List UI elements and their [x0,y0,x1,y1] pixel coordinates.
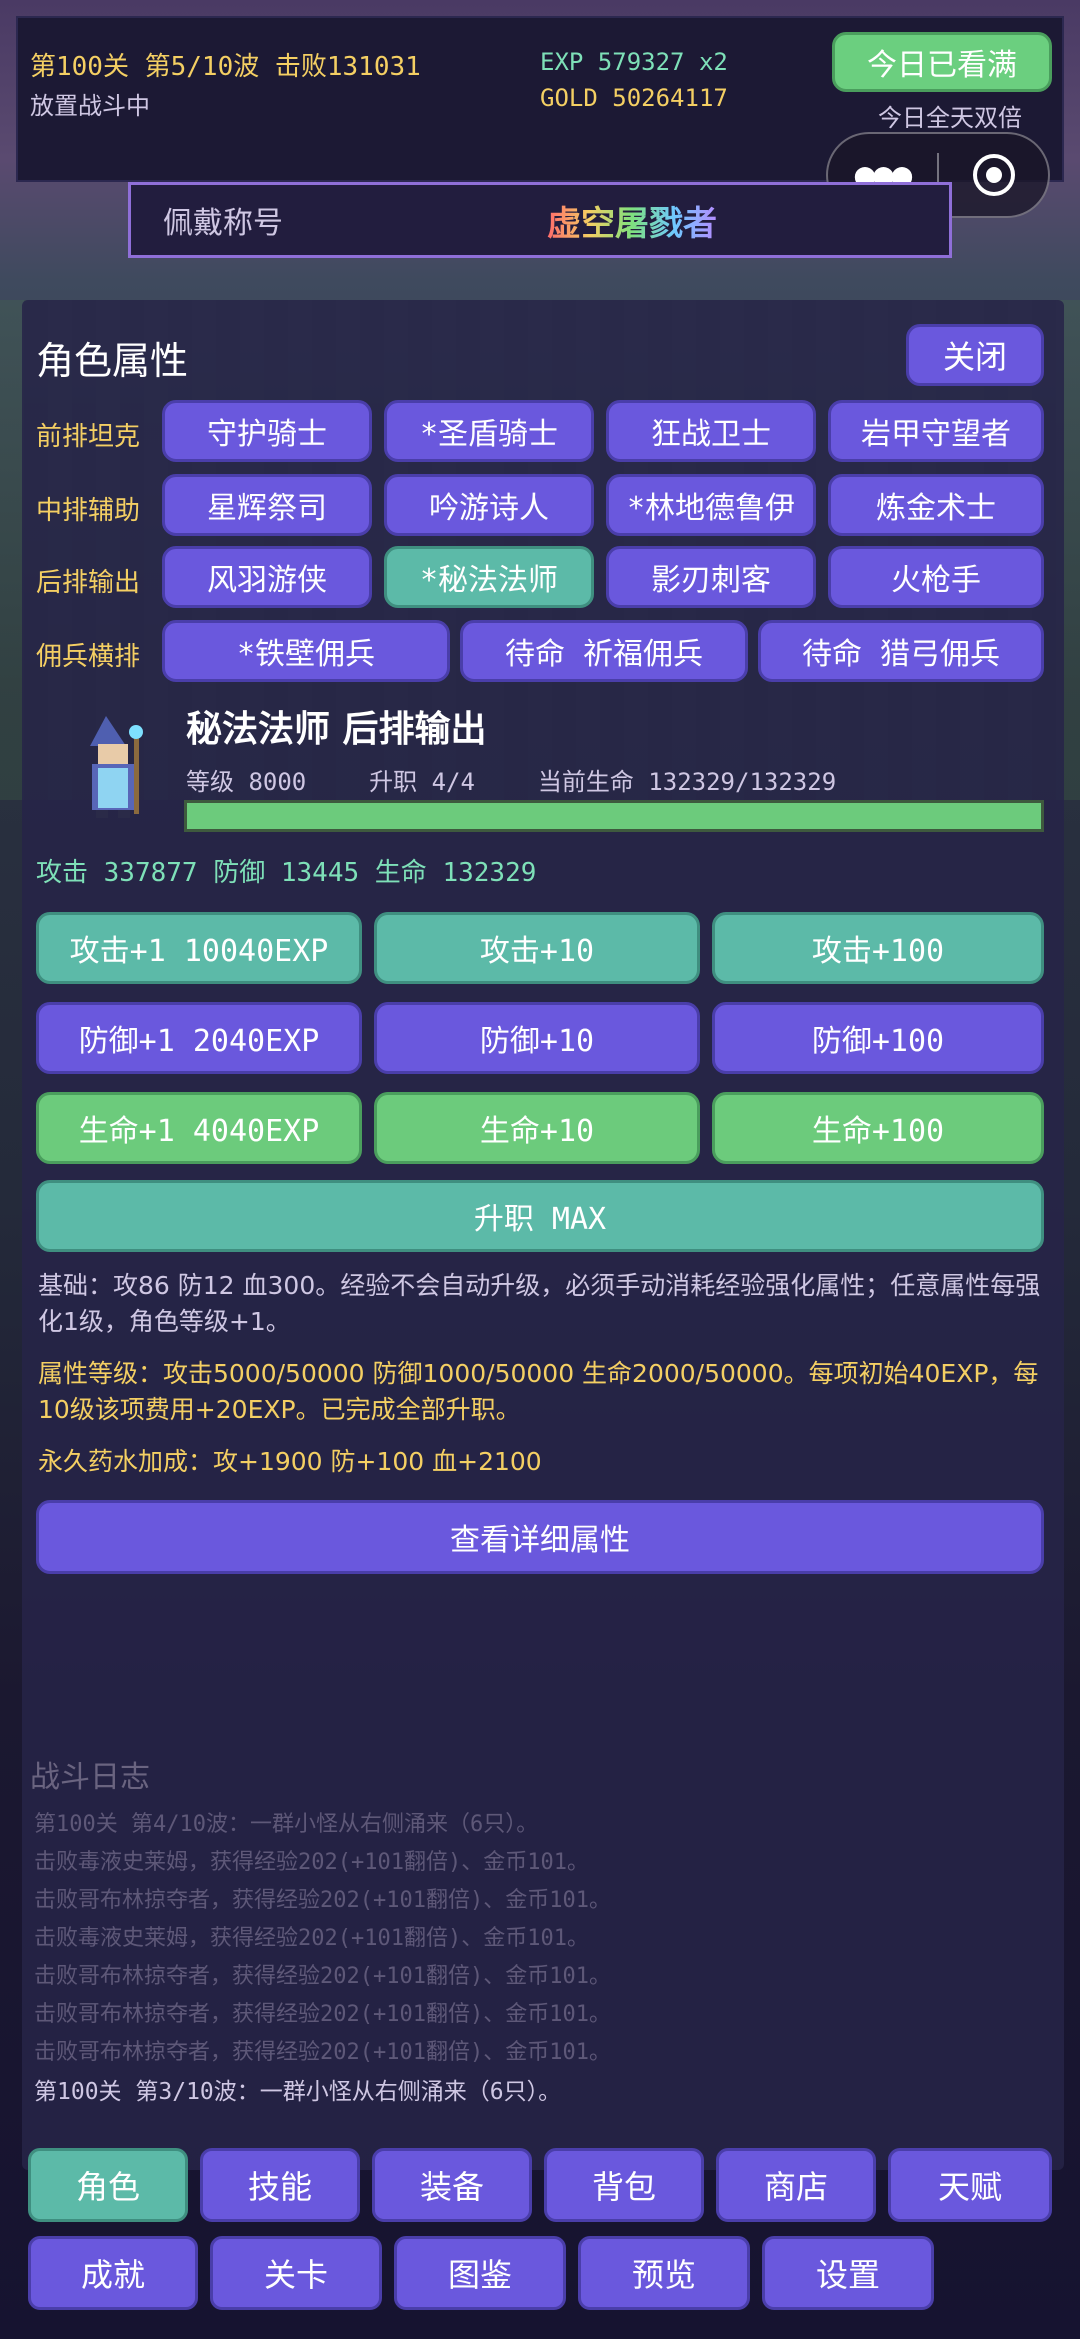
level-info-text: 属性等级：攻击5000/50000 防御1000/50000 生命2000/50… [38,1359,1039,1424]
class-button-ranger[interactable]: 风羽游侠 [162,546,372,608]
defense-plus-10-button[interactable]: 防御+10 [374,1002,700,1074]
double-note: 今日全天双倍 [878,104,1022,132]
hero-hp: 当前生命 132329/132329 [537,768,837,796]
defense-plus-100-button[interactable]: 防御+100 [712,1002,1044,1074]
row-label-dps: 后排输出 [36,568,141,598]
view-detailed-stats-button[interactable]: 查看详细属性 [36,1500,1044,1574]
nav-tab-character[interactable]: 角色 [28,2148,188,2222]
title-label: 佩戴称号 [163,206,283,241]
nav-tab-bag[interactable]: 背包 [544,2148,704,2222]
gold-readout: GOLD 50264117 [540,84,728,112]
title-value: 虚空屠戮者 [547,196,717,245]
close-button[interactable]: 关闭 [906,324,1044,386]
row-label-tank: 前排坦克 [36,422,141,452]
class-button-rock-warden[interactable]: 岩甲守望者 [828,400,1044,462]
hero-level: 等级 8000 [186,768,307,796]
hero-name: 秘法法师 后排输出 [186,709,487,750]
class-button-druid[interactable]: *林地德鲁伊 [606,474,816,536]
log-line: 击败毒液史莱姆，获得经验202(+101翻倍)、金币101。 [34,1850,589,1875]
attack-plus-10-button[interactable]: 攻击+10 [374,912,700,984]
nav-tab-talents[interactable]: 天赋 [888,2148,1052,2222]
class-button-assassin[interactable]: 影刃刺客 [606,546,816,608]
class-button-star-priest[interactable]: 星辉祭司 [162,474,372,536]
mercenary-button-blessing[interactable]: 待命 祈福佣兵 [460,620,748,682]
battle-log-title: 战斗日志 [30,1760,150,1795]
promote-button[interactable]: 升职 MAX [36,1180,1044,1252]
mercenary-button-iron-wall[interactable]: *铁壁佣兵 [162,620,450,682]
hp-plus-10-button[interactable]: 生命+10 [374,1092,700,1164]
battle-status: 放置战斗中 [30,92,150,120]
class-button-alchemist[interactable]: 炼金术士 [828,474,1044,536]
nav-tab-achievements[interactable]: 成就 [28,2236,198,2310]
nav-tab-shop[interactable]: 商店 [716,2148,876,2222]
close-miniprogram-icon[interactable] [939,152,1048,198]
wave-info: 第100关 第5/10波 击败131031 [30,52,421,82]
potion-info-text: 永久药水加成：攻+1900 防+100 血+2100 [38,1447,542,1476]
mercenary-button-hunter[interactable]: 待命 猎弓佣兵 [758,620,1044,682]
hp-bar-fill [187,803,1041,829]
exp-readout: EXP 579327 x2 [540,48,728,76]
hp-plus-100-button[interactable]: 生命+100 [712,1092,1044,1164]
nav-tab-stages[interactable]: 关卡 [210,2236,382,2310]
nav-tab-skills[interactable]: 技能 [200,2148,360,2222]
hero-level-line: 等级 8000 升职 4/4 当前生命 132329/132329 [186,762,836,797]
defense-plus-1-button[interactable]: 防御+1 2040EXP [36,1002,362,1074]
log-line-latest: 第100关 第3/10波：一群小怪从右侧涌来（6只）。 [34,2079,562,2105]
class-button-shield-knight[interactable]: *圣盾骑士 [384,400,594,462]
equipped-title-bar[interactable]: 佩戴称号 虚空屠戮者 [128,182,952,258]
nav-tab-settings[interactable]: 设置 [762,2236,934,2310]
class-button-berserker-guard[interactable]: 狂战卫士 [606,400,816,462]
hero-promotion: 升职 4/4 [369,768,475,796]
nav-tab-equipment[interactable]: 装备 [372,2148,532,2222]
class-button-guardian-knight[interactable]: 守护骑士 [162,400,372,462]
class-button-gunner[interactable]: 火枪手 [828,546,1044,608]
nav-tab-codex[interactable]: 图鉴 [394,2236,566,2310]
log-line: 击败哥布林掠夺者，获得经验202(+101翻倍)、金币101。 [34,2040,611,2065]
row-label-support: 中排辅助 [36,496,141,526]
log-line: 击败哥布林掠夺者，获得经验202(+101翻倍)、金币101。 [34,1888,611,1913]
hp-bar [184,800,1044,832]
log-line: 击败毒液史莱姆，获得经验202(+101翻倍)、金币101。 [34,1926,589,1951]
attack-plus-100-button[interactable]: 攻击+100 [712,912,1044,984]
class-button-bard[interactable]: 吟游诗人 [384,474,594,536]
attack-plus-1-button[interactable]: 攻击+1 10040EXP [36,912,362,984]
hero-combat-stats: 攻击 337877 防御 13445 生命 132329 [36,858,537,888]
class-button-arcane-mage-selected[interactable]: *秘法法师 [384,546,594,608]
hp-plus-1-button[interactable]: 生命+1 4040EXP [36,1092,362,1164]
panel-title: 角色属性 [36,339,189,383]
base-info-text: 基础：攻86 防12 血300。经验不会自动升级，必须手动消耗经验强化属性；任意… [38,1271,1041,1336]
log-line: 第100关 第4/10波：一群小怪从右侧涌来（6只）。 [34,1812,539,1837]
nav-tab-preview[interactable]: 预览 [578,2236,750,2310]
hero-portrait [68,710,158,820]
watch-ad-button[interactable]: 今日已看满 [832,32,1052,92]
log-line: 击败哥布林掠夺者，获得经验202(+101翻倍)、金币101。 [34,2002,611,2027]
log-line: 击败哥布林掠夺者，获得经验202(+101翻倍)、金币101。 [34,1964,611,1989]
row-label-mercenary: 佣兵横排 [36,642,141,672]
